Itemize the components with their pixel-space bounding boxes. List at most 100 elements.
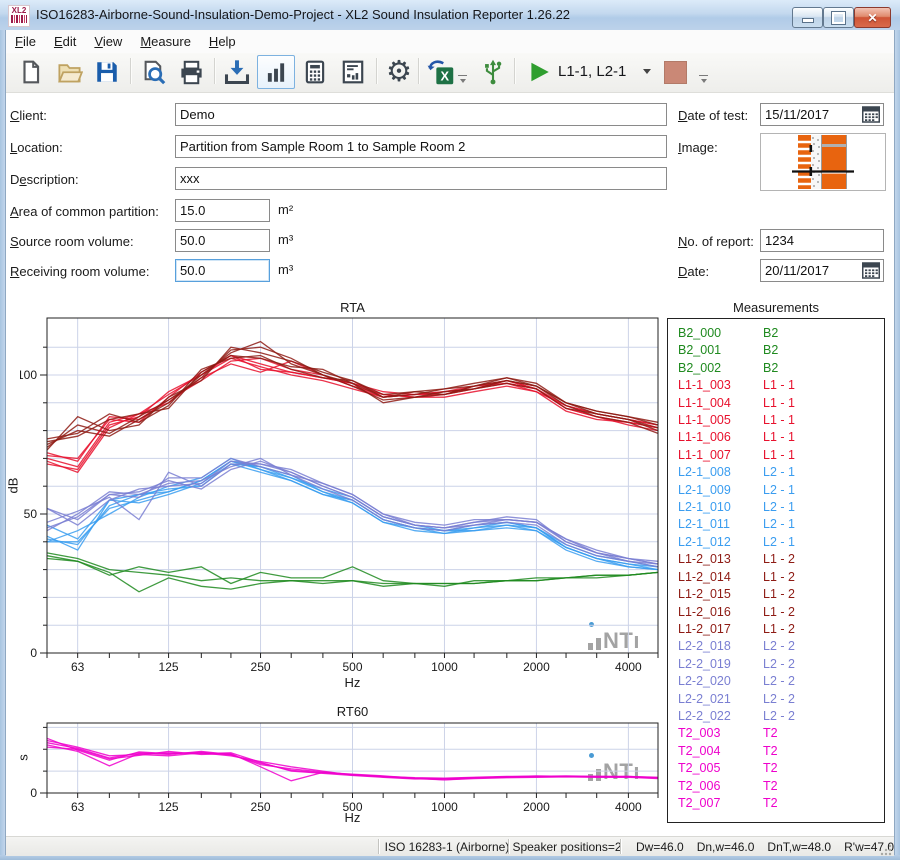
new-project-button[interactable] <box>12 55 50 89</box>
measurement-group: L1 - 2 <box>763 551 795 568</box>
area-label: Area of common partition: <box>10 204 159 219</box>
calculator-button[interactable] <box>296 55 334 89</box>
app-icon-xl2: XL2 <box>8 5 30 27</box>
open-project-button[interactable] <box>50 55 88 89</box>
measurement-row[interactable]: B2_000B2 <box>668 325 884 342</box>
measurement-group: L2 - 2 <box>763 691 795 708</box>
svg-text:4000: 4000 <box>615 660 642 674</box>
measurement-row[interactable]: L2-2_022L2 - 2 <box>668 708 884 725</box>
calendar-icon[interactable] <box>862 262 880 279</box>
measurement-group: T2 <box>763 725 778 742</box>
rt60-chart[interactable]: 063125250500100020004000 <box>20 721 665 821</box>
measurement-group: L1 - 1 <box>763 377 795 394</box>
measurement-row[interactable]: L1-1_003L1 - 1 <box>668 377 884 394</box>
view-chart-button[interactable] <box>257 55 295 89</box>
play-icon <box>526 59 552 85</box>
print-button[interactable] <box>172 55 210 89</box>
menu-file[interactable]: File <box>6 31 45 52</box>
toolbar-overflow-button[interactable] <box>458 75 467 86</box>
measurement-row[interactable]: L2-1_012L2 - 1 <box>668 534 884 551</box>
minimize-button[interactable] <box>792 7 823 28</box>
measurement-row[interactable]: L2-2_018L2 - 2 <box>668 638 884 655</box>
measurement-row[interactable]: B2_002B2 <box>668 360 884 377</box>
usb-connect-button[interactable] <box>474 55 512 89</box>
measurement-row[interactable]: T2_004T2 <box>668 743 884 760</box>
calendar-icon[interactable] <box>862 106 880 123</box>
measurement-id: L1-2_015 <box>678 586 763 603</box>
import-measurements-button[interactable] <box>218 55 256 89</box>
app-icon-stripes <box>11 15 27 23</box>
color-swatch-button[interactable] <box>664 61 687 84</box>
measurement-row[interactable]: T2_003T2 <box>668 725 884 742</box>
measurement-id: L1-2_014 <box>678 569 763 586</box>
excel-export-button[interactable]: X <box>422 55 460 89</box>
measurement-row[interactable]: L2-1_011L2 - 1 <box>668 516 884 533</box>
measurement-row[interactable]: T2_007T2 <box>668 795 884 812</box>
maximize-button[interactable] <box>823 7 854 28</box>
measurement-row[interactable]: L2-2_021L2 - 2 <box>668 691 884 708</box>
area-input[interactable] <box>175 199 270 222</box>
measurement-group: B2 <box>763 360 778 377</box>
svg-text:1000: 1000 <box>431 660 458 674</box>
measurement-group: L2 - 2 <box>763 708 795 725</box>
measurement-row[interactable]: L2-1_009L2 - 1 <box>668 482 884 499</box>
measurement-id: L1-2_016 <box>678 604 763 621</box>
close-button[interactable]: ✕ <box>854 7 891 28</box>
measurement-row[interactable]: L1-2_015L1 - 2 <box>668 586 884 603</box>
measurement-row[interactable]: L1-2_017L1 - 2 <box>668 621 884 638</box>
partition-image[interactable] <box>760 133 886 191</box>
measurement-row[interactable]: T2_006T2 <box>668 778 884 795</box>
measurement-row[interactable]: L2-2_020L2 - 2 <box>668 673 884 690</box>
menu-edit[interactable]: Edit <box>45 31 85 52</box>
measurement-row[interactable]: L1-1_004L1 - 1 <box>668 395 884 412</box>
description-input[interactable] <box>175 167 667 190</box>
svg-text:50: 50 <box>24 507 38 521</box>
measurement-row[interactable]: L1-2_013L1 - 2 <box>668 551 884 568</box>
measurement-selector[interactable]: L1-1, L2-1 <box>558 63 626 80</box>
print-preview-button[interactable] <box>134 55 172 89</box>
client-input[interactable] <box>175 103 667 126</box>
measurement-row[interactable]: L1-1_005L1 - 1 <box>668 412 884 429</box>
save-project-button[interactable] <box>88 55 126 89</box>
measurement-row[interactable]: L1-2_014L1 - 2 <box>668 569 884 586</box>
report-button[interactable] <box>334 55 372 89</box>
measurement-id: L2-1_009 <box>678 482 763 499</box>
measurement-row[interactable]: L2-1_008L2 - 1 <box>668 464 884 481</box>
toolbar-overflow-button[interactable] <box>699 75 708 86</box>
measurement-group: B2 <box>763 342 778 359</box>
svg-text:500: 500 <box>342 660 362 674</box>
status-dw: Dw=46.0 <box>636 840 684 854</box>
measurement-id: L1-1_004 <box>678 395 763 412</box>
measurements-list[interactable]: B2_000B2B2_001B2B2_002B2L1-1_003L1 - 1L1… <box>667 318 885 823</box>
measurement-group: B2 <box>763 325 778 342</box>
svg-text:X: X <box>440 69 449 84</box>
measurement-id: B2_001 <box>678 342 763 359</box>
rta-chart[interactable]: 05010063125250500100020004000 <box>20 316 665 694</box>
measurement-id: B2_002 <box>678 360 763 377</box>
settings-button[interactable]: ⚙ <box>380 55 418 89</box>
measurement-row[interactable]: L2-1_010L2 - 1 <box>668 499 884 516</box>
measurement-row[interactable]: B2_001B2 <box>668 342 884 359</box>
measurement-id: L1-2_013 <box>678 551 763 568</box>
rt60-xlabel: Hz <box>47 810 658 825</box>
measurement-row[interactable]: T2_005T2 <box>668 760 884 777</box>
measurement-row[interactable]: L1-1_006L1 - 1 <box>668 429 884 446</box>
location-input[interactable] <box>175 135 667 158</box>
status-results: Dw=46.0 Dn,w=46.0 DnT,w=48.0 R'w=47.0 <box>636 840 894 854</box>
measurement-group: L2 - 1 <box>763 499 795 516</box>
measurement-id: L1-1_007 <box>678 447 763 464</box>
report-no-input[interactable] <box>760 229 884 252</box>
measurement-row[interactable]: L2-2_019L2 - 2 <box>668 656 884 673</box>
measurement-row[interactable]: L1-2_016L1 - 2 <box>668 604 884 621</box>
source-volume-input[interactable] <box>175 229 270 252</box>
resize-grip-icon[interactable] <box>879 843 892 856</box>
menu-view[interactable]: View <box>85 31 131 52</box>
start-measurement-button[interactable] <box>520 55 558 89</box>
menu-help[interactable]: Help <box>200 31 245 52</box>
menu-measure[interactable]: Measure <box>131 31 200 52</box>
image-label: Image: <box>678 140 718 155</box>
selector-dropdown-icon[interactable] <box>643 69 651 78</box>
receiving-volume-input[interactable] <box>175 259 270 282</box>
measurement-row[interactable]: L1-1_007L1 - 1 <box>668 447 884 464</box>
rta-ylabel: dB <box>6 471 21 501</box>
